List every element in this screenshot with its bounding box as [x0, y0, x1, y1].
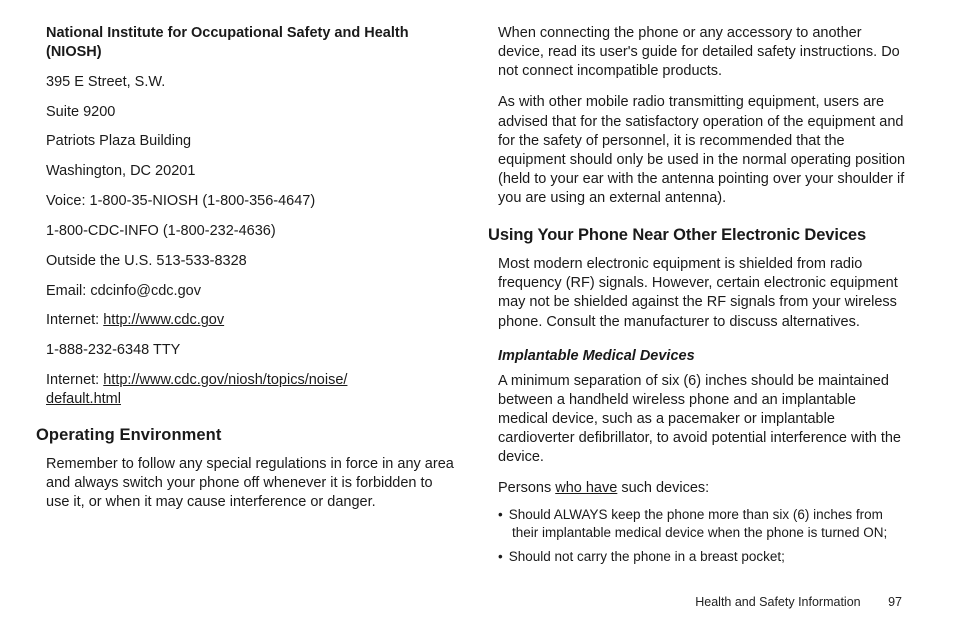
- cdc-niosh-url-line2[interactable]: default.html: [46, 391, 121, 407]
- persons-underline: who have: [555, 480, 617, 496]
- heading-operating-environment: Operating Environment: [36, 426, 456, 445]
- list-item: Should ALWAYS keep the phone more than s…: [498, 506, 908, 541]
- inet1-label: Internet:: [46, 312, 103, 328]
- niosh-cdcinfo: 1-800-CDC-INFO (1-800-232-4636): [46, 222, 456, 241]
- niosh-suite: Suite 9200: [46, 103, 456, 122]
- page-number: 97: [888, 595, 902, 609]
- para-operating-environment: Remember to follow any special regulatio…: [46, 455, 456, 512]
- persons-pre: Persons: [498, 480, 555, 496]
- page-body: National Institute for Occupational Safe…: [0, 0, 954, 600]
- niosh-building: Patriots Plaza Building: [46, 132, 456, 151]
- para-connect-accessory: When connecting the phone or any accesso…: [498, 24, 908, 81]
- niosh-title: National Institute for Occupational Safe…: [46, 24, 456, 62]
- page-footer: Health and Safety Information 97: [0, 595, 954, 609]
- para-radio-equipment: As with other mobile radio transmitting …: [498, 93, 908, 208]
- cdc-niosh-url-line1[interactable]: http://www.cdc.gov/niosh/topics/noise/: [103, 372, 347, 388]
- footer-section-title: Health and Safety Information: [695, 595, 860, 609]
- niosh-voice: Voice: 1-800-35-NIOSH (1-800-356-4647): [46, 192, 456, 211]
- niosh-contact-block: National Institute for Occupational Safe…: [46, 24, 456, 420]
- device-precautions-list: Should ALWAYS keep the phone more than s…: [498, 506, 908, 573]
- heading-other-electronic-devices: Using Your Phone Near Other Electronic D…: [488, 226, 908, 245]
- niosh-internet-1: Internet: http://www.cdc.gov: [46, 311, 456, 330]
- niosh-outside: Outside the U.S. 513-533-8328: [46, 252, 456, 271]
- niosh-email: Email: cdcinfo@cdc.gov: [46, 282, 456, 301]
- para-rf-shielded: Most modern electronic equipment is shie…: [498, 255, 908, 332]
- subheading-implantable-devices: Implantable Medical Devices: [498, 348, 908, 364]
- niosh-street: 395 E Street, S.W.: [46, 73, 456, 92]
- para-six-inches: A minimum separation of six (6) inches s…: [498, 372, 908, 468]
- persons-post: such devices:: [617, 480, 709, 496]
- niosh-internet-2: Internet: http://www.cdc.gov/niosh/topic…: [46, 371, 456, 409]
- list-item: Should not carry the phone in a breast p…: [498, 548, 908, 566]
- right-column: When connecting the phone or any accesso…: [498, 24, 908, 600]
- para-persons-who-have: Persons who have such devices:: [498, 479, 908, 498]
- niosh-tty: 1-888-232-6348 TTY: [46, 341, 456, 360]
- niosh-city: Washington, DC 20201: [46, 162, 456, 181]
- cdc-url[interactable]: http://www.cdc.gov: [103, 312, 224, 328]
- left-column: National Institute for Occupational Safe…: [46, 24, 456, 600]
- inet2-label: Internet:: [46, 372, 103, 388]
